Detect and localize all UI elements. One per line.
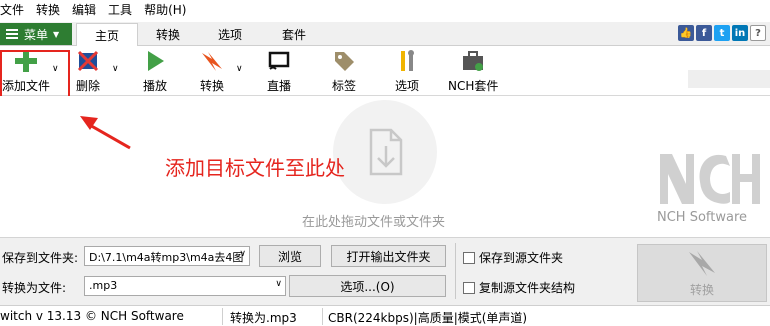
toolbar-blank-area xyxy=(688,70,770,88)
panel-divider xyxy=(455,243,456,299)
annotation-text: 添加目标文件至此处 xyxy=(165,156,345,180)
chevron-down-icon: ∨ xyxy=(239,249,246,259)
menu-tools[interactable]: 工具 xyxy=(102,0,138,20)
facebook-icon[interactable]: f xyxy=(696,25,712,41)
delete-label: 删除 xyxy=(75,79,100,93)
toolbar: 添加文件 ∨ 删除 ∨ 播放 转换 ∨ 直播 标签 选项 NCH套件 xyxy=(0,46,770,96)
delete-dropdown-icon[interactable]: ∨ xyxy=(112,64,119,74)
tag-icon xyxy=(331,48,357,73)
options-button[interactable]: 选项 xyxy=(394,48,420,94)
hamburger-icon xyxy=(6,29,18,39)
nch-suite-label: NCH套件 xyxy=(448,79,499,93)
options-label: 选项 xyxy=(394,79,419,93)
drop-hint-text: 在此处拖动文件或文件夹 xyxy=(302,215,446,230)
delete-icon xyxy=(75,48,101,73)
tab-convert[interactable]: 转换 xyxy=(140,23,196,46)
convert-toolbar-button[interactable]: 转换 xyxy=(199,48,225,94)
help-icon[interactable]: ? xyxy=(750,25,766,41)
stream-label: 直播 xyxy=(266,79,291,93)
save-folder-value: D:\7.1\m4a转mp3\m4a去4图 xyxy=(89,251,244,264)
copy-structure-checkbox[interactable]: 复制源文件夹结构 xyxy=(463,279,575,296)
status-quality: CBR(224kbps)|高质量|模式(单声道) xyxy=(328,311,528,325)
convert-toolbar-label: 转换 xyxy=(199,79,224,93)
checkbox-box xyxy=(463,251,475,264)
cast-icon xyxy=(266,48,292,73)
save-to-folder-label: 保存到文件夹: xyxy=(2,251,79,265)
status-separator xyxy=(322,308,323,325)
save-to-source-checkbox[interactable]: 保存到源文件夹 xyxy=(463,249,563,266)
stream-button[interactable]: 直播 xyxy=(266,48,292,94)
file-icon xyxy=(369,128,403,176)
tags-button[interactable]: 标签 xyxy=(331,48,357,94)
save-to-source-label: 保存到源文件夹 xyxy=(479,251,564,265)
briefcase-icon xyxy=(460,48,486,73)
output-format-value: .mp3 xyxy=(89,279,118,292)
convert-icon xyxy=(199,48,225,73)
menu-help[interactable]: 帮助(H) xyxy=(138,0,192,20)
browse-button[interactable]: 浏览 xyxy=(259,245,321,267)
nch-suite-button[interactable]: NCH套件 xyxy=(448,48,498,94)
convert-dropdown-icon[interactable]: ∨ xyxy=(236,64,243,74)
play-label: 播放 xyxy=(142,79,167,93)
open-output-folder-button[interactable]: 打开输出文件夹 xyxy=(331,245,446,267)
convert-button-label: 转换 xyxy=(689,282,714,297)
ribbon-tab-row: 菜单 ▼ 主页 转换 选项 套件 👍 f t in ? xyxy=(0,22,770,47)
tab-suite[interactable]: 套件 xyxy=(266,23,322,46)
menu-bar: 文件 转换 编辑 工具 帮助(H) xyxy=(0,0,770,20)
status-separator xyxy=(222,308,223,325)
drop-zone-circle xyxy=(333,100,437,204)
chevron-down-icon: ∨ xyxy=(275,279,282,289)
play-icon xyxy=(142,48,168,73)
output-format-combo[interactable]: .mp3 ∨ xyxy=(84,276,286,296)
twitter-icon[interactable]: t xyxy=(714,25,730,41)
nch-logo-icon xyxy=(660,154,760,204)
convert-to-label: 转换为文件: xyxy=(2,281,67,295)
tab-options[interactable]: 选项 xyxy=(202,23,258,46)
tags-label: 标签 xyxy=(331,79,356,93)
menu-file[interactable]: 文件 xyxy=(0,0,30,20)
save-folder-combo[interactable]: D:\7.1\m4a转mp3\m4a去4图 ∨ xyxy=(84,246,250,266)
main-menu-label: 菜单 xyxy=(24,27,49,42)
caret-down-icon: ▼ xyxy=(53,29,60,39)
linkedin-icon[interactable]: in xyxy=(732,25,748,41)
status-convert-to: 转换为.mp3 xyxy=(230,311,297,325)
convert-icon xyxy=(689,250,715,276)
annotation-arrow-icon xyxy=(80,116,131,150)
copy-structure-label: 复制源文件夹结构 xyxy=(479,281,576,295)
nch-logo-text: NCH Software xyxy=(657,210,748,225)
status-version: witch v 13.13 © NCH Software xyxy=(0,309,184,323)
encoder-options-button[interactable]: 选项...(O) xyxy=(289,275,446,297)
menu-edit[interactable]: 编辑 xyxy=(66,0,102,20)
tools-icon xyxy=(394,48,420,73)
tab-home[interactable]: 主页 xyxy=(76,23,138,47)
social-icons: 👍 f t in ? xyxy=(678,25,766,41)
status-bar: witch v 13.13 © NCH Software 转换为.mp3 CBR… xyxy=(0,305,770,326)
convert-button[interactable]: 转换 xyxy=(637,244,767,302)
thumbs-up-icon[interactable]: 👍 xyxy=(678,25,694,41)
menu-convert[interactable]: 转换 xyxy=(30,0,66,20)
main-menu-button[interactable]: 菜单 ▼ xyxy=(0,23,72,45)
checkbox-box xyxy=(463,281,475,294)
play-button[interactable]: 播放 xyxy=(142,48,168,94)
delete-button[interactable]: 删除 xyxy=(75,48,101,94)
